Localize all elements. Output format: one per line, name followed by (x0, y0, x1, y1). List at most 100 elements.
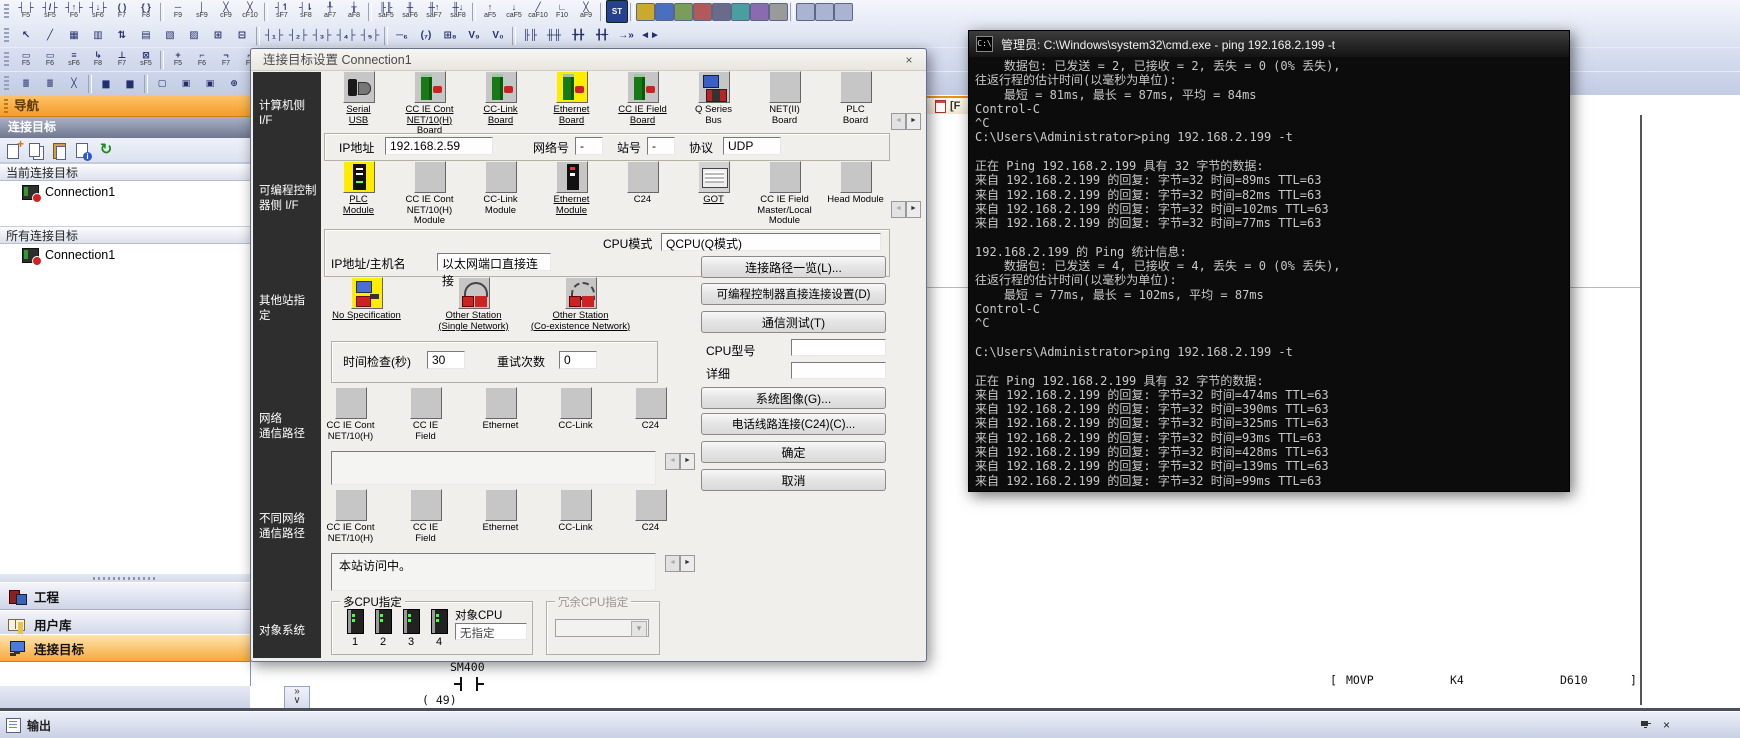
paste-icon[interactable] (52, 142, 68, 159)
toolbar-button[interactable]: ┤/├sF5 (38, 0, 62, 23)
network-route-option[interactable]: Ethernet (463, 387, 538, 442)
toolbar-button[interactable]: ↓caF5 (502, 0, 526, 23)
toolbar-button[interactable]: ╳aF9 (574, 0, 598, 23)
toolbar-button[interactable]: ↖ (14, 24, 38, 47)
toolbar-button[interactable]: ¬F7 (214, 48, 238, 71)
different-network-route-option[interactable]: CC IE Field (388, 489, 463, 544)
plc-interface-option[interactable]: CC-Link Module (465, 161, 536, 227)
toolbar-button[interactable]: ┤↑├F6 (62, 0, 86, 23)
toolbar-button[interactable]: ╉╉ (590, 24, 614, 47)
toolbar-button[interactable]: ↑aF5 (478, 0, 502, 23)
toolbar-button[interactable]: ┤⇂sF8 (294, 0, 318, 23)
toolbar-button[interactable]: ⊞ (206, 24, 230, 47)
toolbar-button[interactable]: ≣ (14, 72, 38, 95)
pc-interface-option[interactable]: Serial USB (323, 71, 394, 137)
network-route-option[interactable]: CC IE Cont NET/10(H) (313, 387, 388, 442)
toolbar-button[interactable] (88, 74, 92, 94)
toolbar-button[interactable]: ┤₃├ (310, 24, 334, 47)
new-icon[interactable] (6, 142, 22, 159)
toolbar-button[interactable]: ╳ (62, 72, 86, 95)
toolbar-button[interactable] (834, 3, 853, 21)
toolbar-button[interactable]: ≣ (38, 72, 62, 95)
scroll-left-icon[interactable] (891, 113, 906, 130)
different-network-route-option[interactable]: CC IE Cont NET/10(H) (313, 489, 388, 544)
plc-interface-option[interactable]: Head Module (820, 161, 891, 227)
sidebar-item-project[interactable]: 工程 (0, 582, 250, 610)
toolbar-button[interactable]: ⊕ (222, 72, 246, 95)
system-image-button[interactable]: 系统图像(G)... (701, 387, 886, 409)
plc-interface-option[interactable]: Ethernet Module (536, 161, 607, 227)
scroll-right-icon[interactable] (680, 555, 695, 572)
toolbar-button[interactable]: ╟╟ (518, 24, 542, 47)
toolbar-button[interactable] (790, 2, 794, 22)
toolbar-button[interactable]: ╁aF8 (342, 0, 366, 23)
toolbar-button[interactable]: ╫saF6 (398, 0, 422, 23)
dialog-close-button[interactable]: × (901, 53, 917, 68)
toolbar-button[interactable] (264, 2, 268, 22)
pc-interface-option[interactable]: Q Series Bus (678, 71, 749, 137)
toolbar-button[interactable]: ╱ (38, 24, 62, 47)
toolbar-button[interactable]: ┤ ├F5 (14, 0, 38, 23)
scroll-left-icon[interactable] (891, 201, 906, 218)
toolbar-button[interactable] (815, 3, 834, 21)
different-network-route-option[interactable]: CC-Link (538, 489, 613, 544)
sidebar-item-connection-target[interactable]: 连接目标 (0, 634, 250, 662)
toolbar-button[interactable]: ─F9 (166, 0, 190, 23)
toolbar-button[interactable] (160, 2, 164, 22)
toolbar-button[interactable] (600, 2, 604, 22)
toolbar-button[interactable]: ST (606, 0, 628, 23)
toolbar-button[interactable] (472, 2, 476, 22)
cpu-mode-value[interactable]: QCPU(Q模式) (661, 233, 881, 251)
toolbar-button[interactable]: V₉ (462, 24, 486, 47)
cpu-option[interactable]: 3 (397, 609, 425, 648)
toolbar-button[interactable] (384, 26, 388, 46)
toolbar-button[interactable]: ┤↿sF7 (270, 0, 294, 23)
toolbar-button[interactable]: ( )F7 (110, 0, 134, 23)
toolbar-button[interactable]: ≡sF6 (62, 48, 86, 71)
retry-input[interactable]: 0 (559, 351, 597, 369)
plc-interface-option[interactable]: PLC Module (323, 161, 394, 227)
copy-icon[interactable] (29, 142, 45, 159)
toolbar-button[interactable]: ╱caF10 (526, 0, 550, 23)
toolbar-button[interactable]: ▆ (118, 72, 142, 95)
cancel-button[interactable]: 取消 (701, 469, 886, 491)
toolbar-button[interactable] (769, 3, 788, 21)
scroll-left-icon[interactable] (665, 453, 680, 470)
toolbar-button[interactable]: ↳F8 (86, 48, 110, 71)
toolbar-button[interactable]: ⊟ (230, 24, 254, 47)
toolbar-button[interactable]: ⇅ (110, 24, 134, 47)
toolbar-button[interactable]: ▢ (150, 72, 174, 95)
toolbar-button[interactable]: ┤₁├ (262, 24, 286, 47)
plc-interface-option[interactable]: C24 (607, 161, 678, 227)
pc-interface-option[interactable]: Ethernet Board (536, 71, 607, 137)
pc-interface-option[interactable]: CC-Link Board (465, 71, 536, 137)
toolbar-button[interactable]: ╫↓saF8 (446, 0, 470, 23)
other-station-option[interactable]: Other Station (Co-existence Network) (527, 277, 634, 332)
toolbar-button[interactable]: ▧ (158, 24, 182, 47)
toolbar-button[interactable] (712, 3, 731, 21)
ladder-contact-symbol[interactable] (460, 677, 478, 691)
toolbar-button[interactable]: V₀ (486, 24, 510, 47)
plc-interface-option[interactable]: CC IE Cont NET/10(H) Module (394, 161, 465, 227)
toolbar-button[interactable]: ⊥F7 (110, 48, 134, 71)
pc-interface-option[interactable]: CC IE Field Board (607, 71, 678, 137)
toolbar-button[interactable]: { }F8 (134, 0, 158, 23)
info-icon[interactable] (75, 142, 91, 159)
toolbar-button[interactable] (630, 2, 634, 22)
connection-item-current[interactable]: Connection1 (0, 182, 250, 202)
different-network-route-option[interactable]: C24 (613, 489, 688, 544)
toolbar-button[interactable]: ╀aF7 (318, 0, 342, 23)
toolbar-button[interactable]: │sF9 (190, 0, 214, 23)
refresh-icon[interactable]: ↻ (98, 142, 114, 159)
close-icon[interactable]: × (1663, 719, 1670, 731)
plc-interface-option[interactable]: GOT (678, 161, 749, 227)
panel-splitter[interactable] (0, 574, 250, 582)
other-station-option[interactable]: No Specification (313, 277, 420, 332)
toolbar-button[interactable]: ┤₄├ (334, 24, 358, 47)
toolbar-button[interactable]: ▤ (134, 24, 158, 47)
document-tab[interactable]: [F (926, 96, 969, 114)
scroll-right-icon[interactable] (906, 113, 921, 130)
scroll-right-icon[interactable] (906, 201, 921, 218)
toolbar-button[interactable] (144, 74, 148, 94)
toolbar-button[interactable]: ▭F6 (38, 48, 62, 71)
